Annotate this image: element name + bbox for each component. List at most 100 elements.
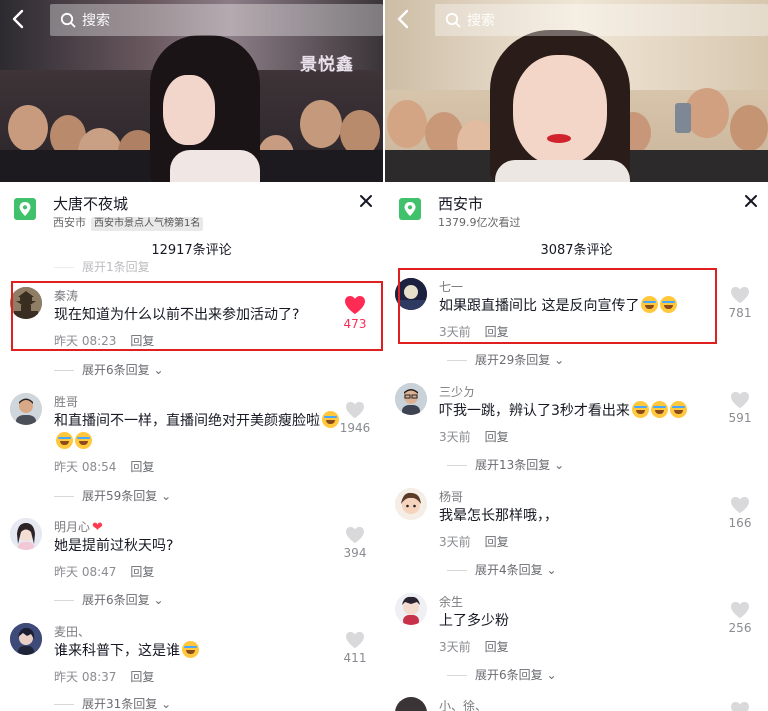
reply-button[interactable]: 回复 [130,670,154,684]
like-button[interactable]: 166 [722,496,758,530]
poi-views: 1379.9亿次看过 [438,216,521,229]
like-button[interactable]: 256 [722,601,758,635]
chevron-down-icon: ⌄ [153,593,164,607]
close-button[interactable] [742,192,760,210]
crowd-person [300,100,342,148]
man-glasses-avatar[interactable] [395,383,427,415]
expand-replies[interactable]: 展开6条回复 ⌄ [54,361,164,378]
divider-line [54,370,74,371]
heart-outline-icon [731,701,749,711]
comment-item[interactable]: 余生 上了多少粉 3天前 回复 256 [385,593,768,663]
comment-meta: 3天前 回复 [439,533,509,550]
reply-button[interactable]: 回复 [485,640,509,654]
commenter-name[interactable]: 小、徐、 [439,697,487,711]
comment-item[interactable]: 麦田、 谁来科普下，这是谁 昨天 08:37 回复 411 [0,623,383,693]
comment-meta: 昨天 08:54 回复 [54,458,154,475]
girl-avatar[interactable] [10,518,42,550]
search-input[interactable]: 搜索 [50,4,383,36]
woman-shoulders [170,150,260,182]
phone-in-hand [675,103,691,133]
like-button[interactable]: 411 [337,631,373,665]
rofl-emoji-icon [650,401,668,418]
rofl-emoji-icon [182,641,199,658]
back-button[interactable] [393,8,415,30]
comment-time: 3天前 [439,430,471,444]
expand-replies[interactable]: 展开13条回复 ⌄ [447,456,564,473]
back-button[interactable] [8,8,30,30]
divider-line [54,704,74,705]
comment-time: 昨天 08:54 [54,460,117,474]
expand-label: 展开59条回复 [82,489,158,503]
close-icon [360,195,372,207]
comment-item[interactable]: 小、徐、 [385,697,768,711]
chevron-down-icon: ⌄ [554,458,565,472]
reply-button[interactable]: 回复 [130,565,154,579]
like-button[interactable] [722,701,758,711]
poi-title: 大唐不夜城 [53,195,129,213]
reply-button[interactable]: 回复 [485,535,509,549]
expand-label: 展开6条回复 [82,363,150,377]
expand-replies[interactable]: 展开29条回复 ⌄ [447,351,564,368]
woman-face [163,75,215,145]
comment-item[interactable]: 明月心 ❤ 她是提前过秋天吗? 昨天 08:47 回复 394 [0,518,383,588]
comment-text: 我晕怎长那样哦，， [439,508,558,524]
comment-text: 和直播间不一样，直播间绝对开美颜瘦脸啦 [54,411,339,453]
comment-text-body: 和直播间不一样，直播间绝对开美颜瘦脸啦 [54,413,320,429]
comment-time: 3天前 [439,535,471,549]
commenter-name[interactable]: 杨哥 [439,488,463,505]
location-pin-icon [14,198,36,220]
comment-text: 吓我一跳，辨认了3秒才看出来 [439,401,724,422]
anime-avatar[interactable] [10,623,42,655]
search-input[interactable]: 搜索 [435,4,768,36]
comment-item[interactable]: 三少ㄉ 吓我一跳，辨认了3秒才看出来 3天前 回复 591 [385,383,768,453]
comment-text-body: 谁来科普下，这是谁 [54,643,180,659]
close-button[interactable] [357,192,375,210]
heart-outline-icon [731,391,749,409]
expand-replies[interactable]: 展开31条回复 ⌄ [54,695,171,711]
video-frame[interactable]: 景悦鑫 搜索 [0,0,383,182]
woman-lips [547,134,571,143]
expand-replies[interactable]: 展开1条回复 [54,258,150,275]
like-count: 256 [728,621,752,635]
like-button[interactable]: 1946 [337,401,373,435]
expand-replies[interactable]: 展开6条回复 ⌄ [447,666,557,683]
man-face-icon [10,393,42,425]
like-button[interactable]: 394 [337,526,373,560]
comment-meta: 昨天 08:37 回复 [54,668,154,685]
expand-replies[interactable]: 展开4条回复 ⌄ [447,561,557,578]
poi-card[interactable]: 西安市 1379.9亿次看过 [397,192,757,232]
commenter-name[interactable]: 余生 [439,593,463,610]
expand-replies[interactable]: 展开59条回复 ⌄ [54,487,171,504]
comment-meta: 昨天 08:47 回复 [54,563,154,580]
commenter-name[interactable]: 麦田、 [54,623,90,640]
man-avatar[interactable] [10,393,42,425]
video-frame[interactable]: 搜索 [385,0,768,182]
like-button[interactable]: 591 [722,391,758,425]
reply-button[interactable]: 回复 [130,460,154,474]
commenter-name[interactable]: 三少ㄉ [439,383,475,400]
highlight-box [11,281,383,351]
crowd-person [730,105,768,151]
poi-city: 西安市 [53,216,86,229]
dark-avatar[interactable] [395,697,427,711]
doll-avatar[interactable] [395,593,427,625]
rofl-emoji-icon [631,401,649,418]
expand-label: 展开13条回复 [475,458,551,472]
comment-item[interactable]: 杨哥 我晕怎长那样哦，， 3天前 回复 166 [385,488,768,558]
chevron-down-icon: ⌄ [546,563,557,577]
poi-card[interactable]: 大唐不夜城 西安市 西安市景点人气榜第1名 [12,192,372,232]
commenter-name[interactable]: 胜哥 [54,393,78,410]
expand-replies[interactable]: 展开6条回复 ⌄ [54,591,164,608]
building-sign: 景悦鑫 [300,55,354,75]
heart-outline-icon [346,631,364,649]
comment-item[interactable]: 胜哥 和直播间不一样，直播间绝对开美颜瘦脸啦 昨天 08:54 回复 1946 [0,393,383,483]
heart-outline-icon [346,526,364,544]
commenter-name[interactable]: 明月心 ❤ [54,518,103,535]
like-count: 394 [343,546,367,560]
reply-button[interactable]: 回复 [485,430,509,444]
search-icon [60,12,76,28]
like-button[interactable]: 781 [722,286,758,320]
search-placeholder: 搜索 [467,13,495,29]
comment-meta: 3天前 回复 [439,638,509,655]
cartoon-avatar[interactable] [395,488,427,520]
